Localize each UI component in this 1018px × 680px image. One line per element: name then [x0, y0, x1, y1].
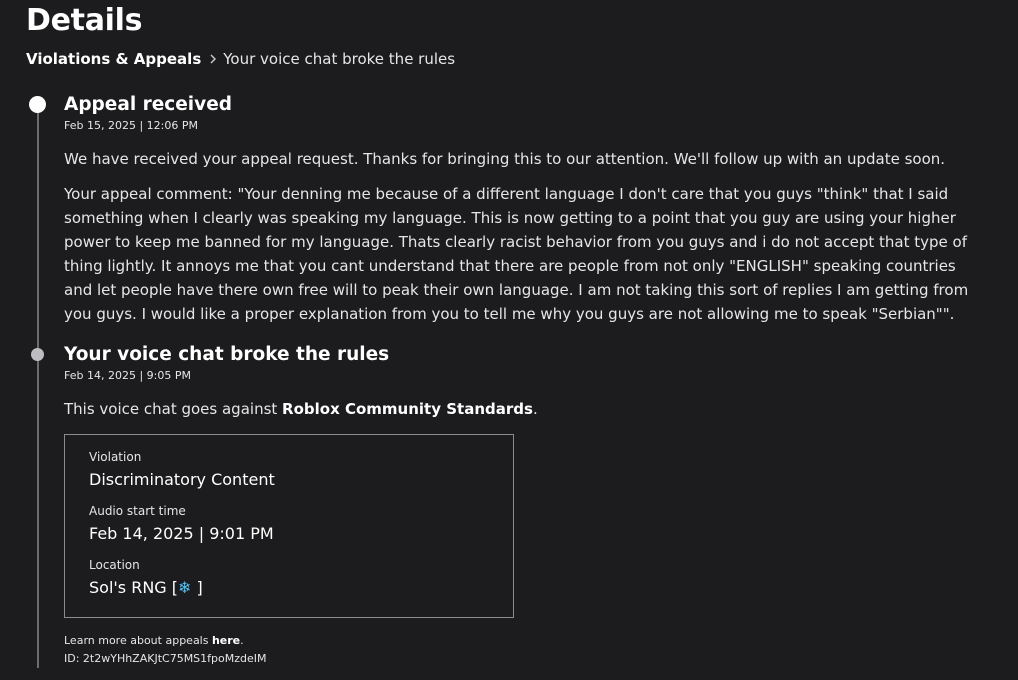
event-title: Your voice chat broke the rules — [64, 344, 390, 365]
violation-field: Violation Discriminatory Content — [89, 449, 489, 491]
event-message: This voice chat goes against Roblox Comm… — [64, 397, 964, 421]
timeline-event-violation: Your voice chat broke the rules Feb 14, … — [64, 343, 964, 668]
event-date: Feb 15, 2025 | 12:06 PM — [64, 119, 198, 132]
timeline-line — [37, 108, 39, 668]
breadcrumb-current: Your voice chat broke the rules — [223, 50, 456, 68]
location-name: Sol's RNG [ — [89, 578, 179, 597]
violation-value: Discriminatory Content — [89, 470, 275, 489]
breadcrumb: Violations & Appeals Your voice chat bro… — [26, 50, 455, 68]
location-value: Sol's RNG [❄ ] — [89, 577, 489, 599]
violation-details-card: Violation Discriminatory Content Audio s… — [64, 434, 514, 618]
timeline-dot-appeal-received — [29, 96, 46, 113]
chevron-right-icon — [210, 54, 217, 64]
learn-more-link[interactable]: here — [212, 634, 240, 647]
timeline-dot-violation — [31, 348, 44, 361]
message-prefix: This voice chat goes against — [64, 400, 283, 418]
community-standards-link[interactable]: Roblox Community Standards — [282, 400, 533, 418]
event-title: Appeal received — [64, 94, 232, 115]
location-label: Location — [89, 558, 140, 572]
audio-start-value: Feb 14, 2025 | 9:01 PM — [89, 524, 274, 543]
location-field: Location Sol's RNG [❄ ] — [89, 557, 489, 599]
breadcrumb-link-violations-appeals[interactable]: Violations & Appeals — [26, 50, 201, 68]
learn-more-line: Learn more about appeals here. — [64, 632, 964, 650]
location-suffix: ] — [191, 578, 203, 597]
learn-more-suffix: . — [240, 634, 244, 647]
details-page: Details Violations & Appeals Your voice … — [0, 0, 1018, 680]
snowflake-icon: ❄ — [178, 578, 192, 597]
appeal-comment: Your appeal comment: "Your denning me be… — [64, 185, 969, 323]
message-suffix: . — [532, 400, 538, 418]
learn-more-text: Learn more about appeals — [64, 634, 212, 647]
violation-label: Violation — [89, 450, 142, 464]
audio-start-field: Audio start time Feb 14, 2025 | 9:01 PM — [89, 503, 489, 545]
event-date: Feb 14, 2025 | 9:05 PM — [64, 369, 191, 382]
event-message: We have received your appeal request. Th… — [64, 150, 946, 168]
appeal-footer: Learn more about appeals here. ID: 2t2wY… — [64, 632, 964, 668]
timeline-event-appeal-received: Appeal received Feb 15, 2025 | 12:06 PM … — [64, 93, 968, 326]
audio-start-label: Audio start time — [89, 504, 186, 518]
page-title: Details — [26, 3, 143, 38]
appeal-id: ID: 2t2wYHhZAKJtC75MS1fpoMzdeIM — [64, 652, 267, 665]
